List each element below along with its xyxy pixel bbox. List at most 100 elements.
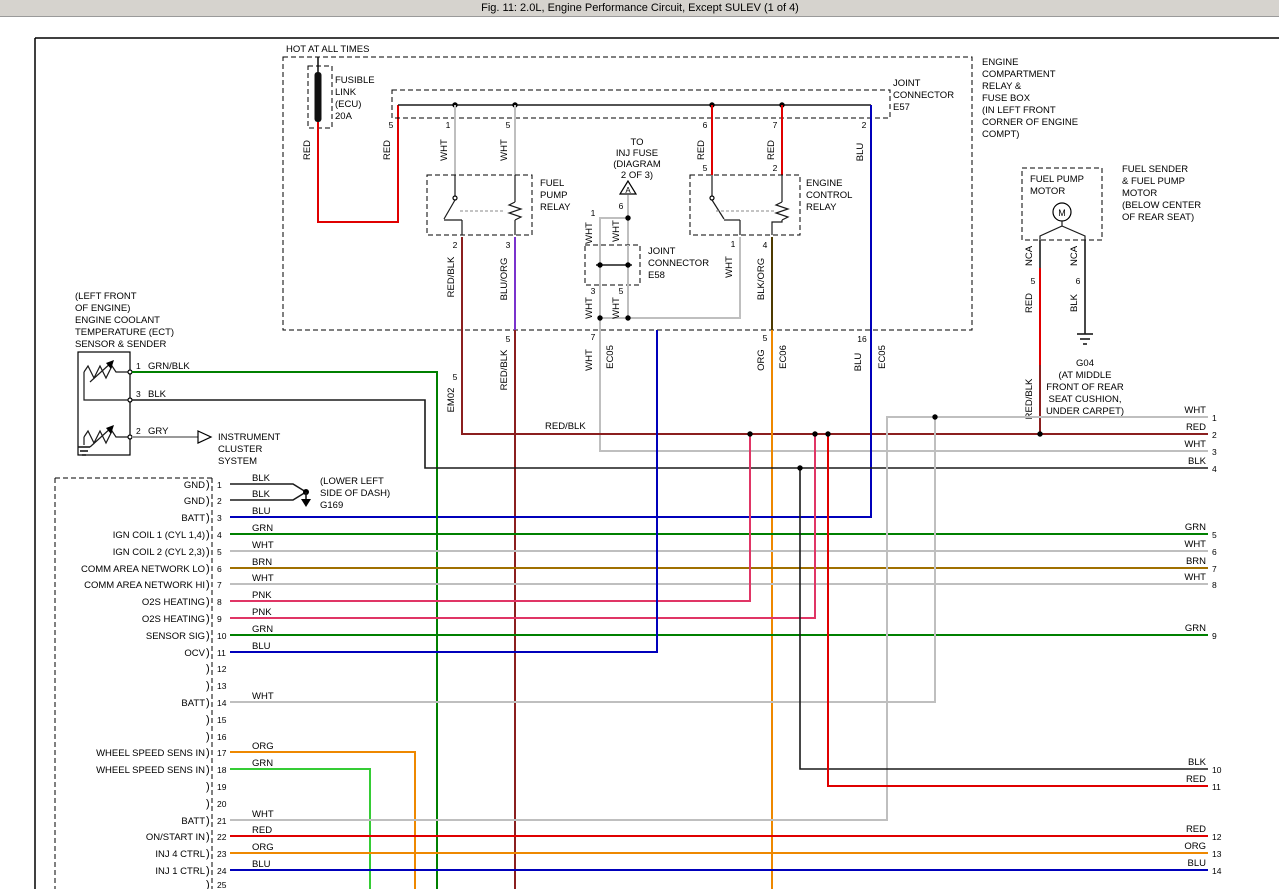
ecm-wire-color: PNK (252, 590, 272, 601)
junction-dot (797, 465, 802, 470)
fuse-box-note-line: RELAY & (982, 81, 1022, 92)
ground-g169: (LOWER LEFT SIDE OF DASH) G169 (301, 476, 390, 511)
edge-wire-number: 9 (1212, 631, 1217, 641)
ecm-pin-number: 11 (217, 648, 226, 658)
ect-note-line: SENSOR & SENDER (75, 339, 166, 350)
wire-label-blk: BLK (1069, 293, 1080, 312)
wire-label-red: RED (302, 140, 313, 160)
wire-label-blk: BLK (148, 389, 167, 400)
junction-dot (597, 262, 602, 267)
ecm-pin-function: INJ 1 CTRL (155, 866, 205, 877)
ecm-pin-number: 23 (217, 849, 227, 859)
ect-pin-number: 2 (136, 426, 141, 436)
ecm-pin-function: O2S HEATING (142, 614, 205, 625)
ground-arrow-icon (301, 499, 311, 507)
edge-wire-number: 12 (1212, 832, 1222, 842)
ect-pin (128, 398, 132, 402)
cluster-label: CLUSTER (218, 444, 262, 455)
relay-coil-out (772, 220, 782, 235)
ecm-pin-function: BATT (181, 513, 205, 524)
engine-control-relay-label: RELAY (806, 202, 837, 213)
wire-label-blu: BLU (855, 143, 866, 162)
ecm-pin-function: O2S HEATING (142, 597, 205, 608)
edge-wire-number: 13 (1212, 849, 1222, 859)
wire-label-redblk: RED/BLK (1024, 378, 1035, 419)
fuse-box-note-line: FUSE BOX (982, 93, 1031, 104)
edge-wire-color: GRN (1185, 522, 1206, 533)
pin-bracket: ) (206, 798, 210, 810)
pin-bracket: ) (206, 815, 210, 827)
g04-label: UNDER CARPET) (1046, 406, 1124, 417)
edge-wire-color: GRN (1185, 623, 1206, 634)
edge-wire-number: 6 (1212, 547, 1217, 557)
wire-red-feed (318, 105, 398, 222)
cluster-label: SYSTEM (218, 456, 257, 467)
title-bar: Fig. 11: 2.0L, Engine Performance Circui… (0, 0, 1279, 17)
wire-pin-number: 3 (591, 286, 596, 296)
motor-lead-left (1040, 221, 1062, 240)
edge-wire-number: 1 (1212, 413, 1217, 423)
motor-lead-right (1062, 226, 1085, 240)
edge-wire-color: RED (1186, 422, 1206, 433)
inj-fuse-tap: TO INJ FUSE (DIAGRAM 2 OF 3) A (613, 137, 661, 195)
relay-switch-arm (712, 200, 724, 219)
wire-pin-number: 3 (506, 240, 511, 250)
fuse-box-note: ENGINE COMPARTMENT RELAY & FUSE BOX (IN … (982, 57, 1078, 140)
e58-label: CONNECTOR (648, 258, 709, 269)
pin-bracket: ) (206, 663, 210, 675)
ecm-pin-number: 13 (217, 681, 227, 691)
e57-label: JOINT (893, 78, 921, 89)
ect-pin (128, 370, 132, 374)
wire-label-red: RED (766, 140, 777, 160)
ecm-pin-function: BATT (181, 698, 205, 709)
ecm-pin-number: 10 (217, 631, 227, 641)
ecm-pin-number: 14 (217, 698, 227, 708)
edge-wire-number: 2 (1212, 430, 1217, 440)
fuse-box-note-line: COMPT) (982, 129, 1019, 140)
fuel-pump-relay-label: PUMP (540, 190, 567, 201)
pin-bracket: ) (206, 731, 210, 743)
fuel-pump-relay: FUEL PUMP RELAY (427, 175, 571, 235)
ecm-pin-function: COMM AREA NETWORK HI (84, 580, 205, 591)
ecm-wire-color: BLK (252, 489, 271, 500)
fuse-box-note-line: (IN LEFT FRONT (982, 105, 1056, 116)
edge-wire-color: ORG (1184, 841, 1206, 852)
wire-label-wht: WHT (439, 139, 450, 161)
g04-label: (AT MIDDLE (1059, 370, 1112, 381)
hot-label: HOT AT ALL TIMES (286, 44, 369, 55)
wire-label-wht: WHT (611, 220, 622, 242)
wire-label-red: RED (696, 140, 707, 160)
wire-pin-number: 1 (446, 120, 451, 130)
ecm-pin-function: COMM AREA NETWORK LO (81, 564, 205, 575)
connector-name: EM02 (446, 388, 457, 413)
e57-outline (392, 90, 890, 118)
ecm-wire-color: BLU (252, 641, 271, 652)
fuel-sender-note-line: MOTOR (1122, 188, 1157, 199)
fusible-link-label: FUSIBLE (335, 75, 375, 86)
ecm-pin-function: ON/START IN (146, 832, 205, 843)
connector-name: EC06 (778, 345, 789, 369)
fuel-pump-relay-label: RELAY (540, 202, 571, 213)
fusible-link-label: LINK (335, 87, 357, 98)
pin-bracket: ) (206, 764, 210, 776)
junction-dot (825, 431, 830, 436)
relay-contact (453, 196, 457, 200)
ecm-wire-color: GRN (252, 624, 273, 635)
edge-wire-number: 3 (1212, 447, 1217, 457)
pin-bracket: ) (206, 630, 210, 642)
ect-note-line: TEMPERATURE (ECT) (75, 327, 174, 338)
ecm-pin-number: 20 (217, 799, 227, 809)
ecm-wire-color: WHT (252, 691, 274, 702)
ecm-pin-number: 1 (217, 480, 222, 490)
junction-dot (1037, 431, 1042, 436)
ecm-wire-color: WHT (252, 573, 274, 584)
wire-pin-number: 5 (763, 333, 768, 343)
wire-wht-batt14 (230, 417, 935, 702)
wire-pin-number: 7 (773, 120, 778, 130)
junction-dot (812, 431, 817, 436)
edge-wire-color: BLK (1188, 757, 1207, 768)
engine-control-relay-label: CONTROL (806, 190, 852, 201)
g04-label: G04 (1076, 358, 1094, 369)
ecm-pin-number: 5 (217, 547, 222, 557)
ecm-pin-number: 15 (217, 715, 227, 725)
